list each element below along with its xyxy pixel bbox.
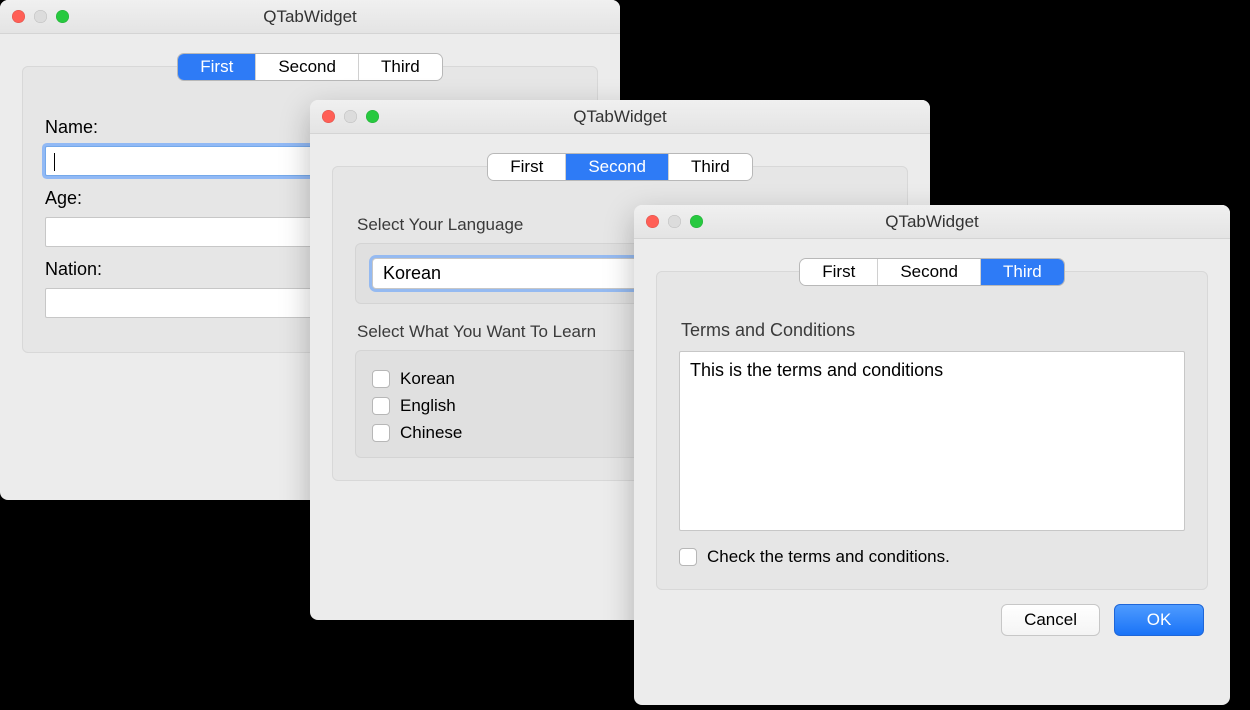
tab-third[interactable]: Third	[669, 154, 752, 180]
window-title: QTabWidget	[310, 107, 930, 127]
window-title: QTabWidget	[0, 7, 620, 27]
window-third: QTabWidget First Second Third Terms and …	[634, 205, 1230, 705]
tab-bar: First Second Third	[488, 154, 751, 180]
traffic-lights	[12, 10, 69, 23]
tab-first[interactable]: First	[178, 54, 256, 80]
close-icon[interactable]	[322, 110, 335, 123]
language-selected: Korean	[383, 263, 441, 284]
learn-option-label: Chinese	[400, 423, 462, 443]
ok-button[interactable]: OK	[1114, 604, 1204, 636]
tab-second[interactable]: Second	[256, 54, 359, 80]
cancel-button[interactable]: Cancel	[1001, 604, 1100, 636]
tab-second[interactable]: Second	[878, 259, 981, 285]
accept-terms-checkbox[interactable]: Check the terms and conditions.	[679, 547, 1185, 567]
terms-textarea[interactable]: This is the terms and conditions	[679, 351, 1185, 531]
learn-option-label: Korean	[400, 369, 455, 389]
titlebar[interactable]: QTabWidget	[310, 100, 930, 134]
titlebar[interactable]: QTabWidget	[0, 0, 620, 34]
zoom-icon[interactable]	[366, 110, 379, 123]
minimize-icon[interactable]	[344, 110, 357, 123]
minimize-icon[interactable]	[34, 10, 47, 23]
traffic-lights	[322, 110, 379, 123]
traffic-lights	[646, 215, 703, 228]
terms-label: Terms and Conditions	[681, 320, 1185, 341]
close-icon[interactable]	[12, 10, 25, 23]
tab-third[interactable]: Third	[359, 54, 442, 80]
checkbox-icon	[679, 548, 697, 566]
titlebar[interactable]: QTabWidget	[634, 205, 1230, 239]
accept-terms-label: Check the terms and conditions.	[707, 547, 950, 567]
tab-bar: First Second Third	[800, 259, 1063, 285]
minimize-icon[interactable]	[668, 215, 681, 228]
checkbox-icon	[372, 370, 390, 388]
dialog-buttons: Cancel OK	[634, 590, 1230, 636]
tab-third[interactable]: Third	[981, 259, 1064, 285]
zoom-icon[interactable]	[690, 215, 703, 228]
learn-option-label: English	[400, 396, 456, 416]
tab-bar: First Second Third	[178, 54, 441, 80]
close-icon[interactable]	[646, 215, 659, 228]
tab-pane-third: Terms and Conditions This is the terms a…	[656, 271, 1208, 590]
terms-text: This is the terms and conditions	[690, 360, 943, 380]
tab-first[interactable]: First	[488, 154, 566, 180]
zoom-icon[interactable]	[56, 10, 69, 23]
tab-first[interactable]: First	[800, 259, 878, 285]
checkbox-icon	[372, 397, 390, 415]
checkbox-icon	[372, 424, 390, 442]
window-title: QTabWidget	[634, 212, 1230, 232]
tab-second[interactable]: Second	[566, 154, 669, 180]
